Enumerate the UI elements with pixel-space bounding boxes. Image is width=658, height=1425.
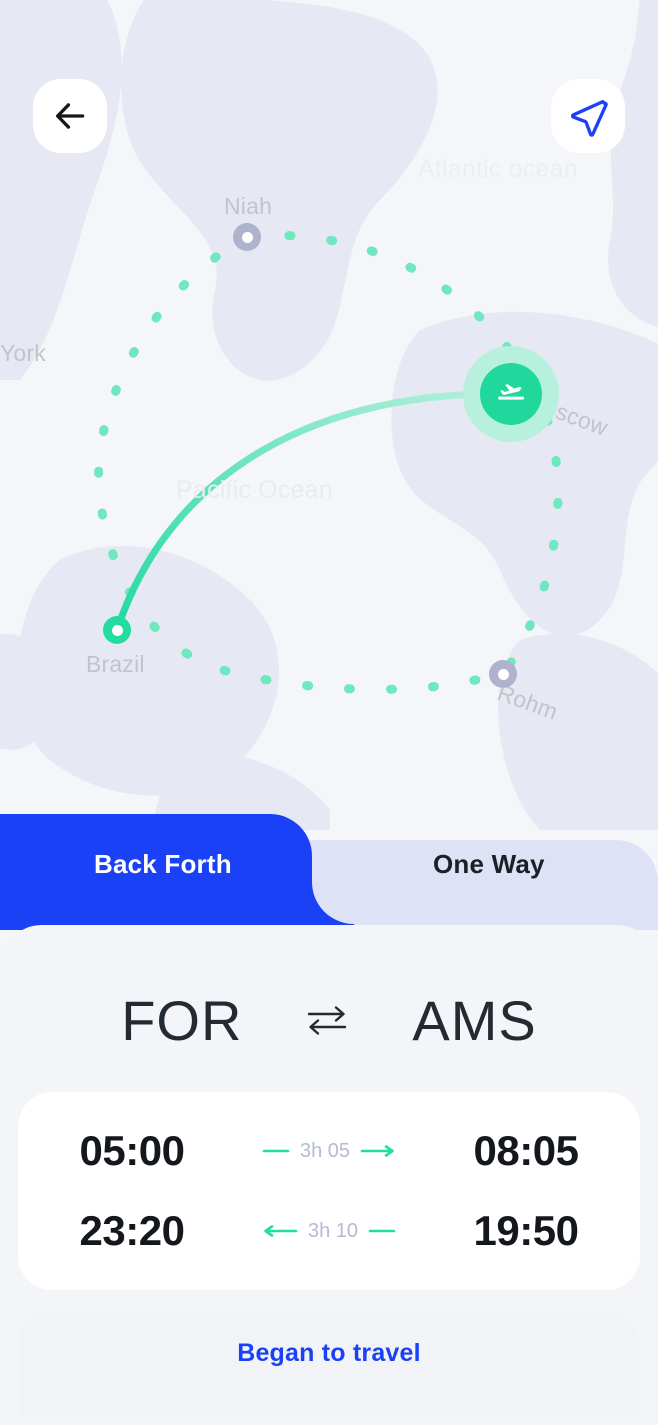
map-marker-brazil[interactable]: [103, 616, 131, 644]
swap-route-button[interactable]: [300, 993, 354, 1047]
city-label-york: York: [0, 340, 46, 366]
arrow-left-icon: [55, 103, 85, 129]
ocean-label-pacific: Pacific Ocean: [176, 476, 333, 504]
return-arrive-time: 19:50: [473, 1207, 579, 1254]
map-marker-rohm[interactable]: [489, 660, 517, 688]
begin-travel-button[interactable]: Began to travel: [18, 1310, 640, 1418]
airplane-takeoff-icon: [498, 384, 525, 400]
back-button[interactable]: [33, 79, 107, 153]
navigate-button[interactable]: [551, 79, 625, 153]
navigation-arrow-icon: [570, 99, 608, 137]
map-marker-niah[interactable]: [233, 223, 261, 251]
city-label-niah: Niah: [224, 193, 273, 219]
route-selector: FOR AMS: [0, 975, 658, 1065]
booking-panel: FOR AMS 05:00 3h 05 08:05 23:20 3h 10 19…: [0, 925, 658, 1425]
outbound-depart-time: 05:00: [79, 1127, 185, 1174]
tab-one-way[interactable]: One Way: [433, 849, 545, 880]
destination-airport-code[interactable]: AMS: [412, 988, 536, 1053]
map-marker-moscow-plane[interactable]: [480, 363, 542, 425]
return-duration: 3h 10: [246, 1220, 412, 1243]
origin-airport-code[interactable]: FOR: [121, 988, 242, 1053]
flight-times-card: 05:00 3h 05 08:05 23:20 3h 10 19:50: [18, 1092, 640, 1290]
arrow-right-icon: [360, 1145, 394, 1157]
dash-icon: [262, 1149, 290, 1153]
flight-row-outbound[interactable]: 05:00 3h 05 08:05: [18, 1111, 640, 1191]
trip-type-tabs: Back Forth One Way: [0, 800, 658, 930]
arrow-left-icon: [264, 1225, 298, 1237]
return-duration-text: 3h 10: [307, 1219, 359, 1242]
swap-horizontal-icon: [308, 1006, 347, 1035]
tab-back-forth[interactable]: Back Forth: [94, 849, 232, 880]
return-depart-time: 23:20: [79, 1207, 185, 1254]
ocean-label-atlantic: Atlantic ocean: [418, 155, 578, 183]
flight-row-return[interactable]: 23:20 3h 10 19:50: [18, 1191, 640, 1271]
outbound-arrive-time: 08:05: [473, 1127, 579, 1174]
dash-icon: [368, 1229, 396, 1233]
city-label-brazil: Brazil: [86, 651, 145, 677]
outbound-duration-text: 3h 05: [299, 1139, 351, 1162]
outbound-duration: 3h 05: [246, 1140, 412, 1163]
flight-booking-screen: Atlantic ocean Pacific Ocean Niah York M…: [0, 0, 658, 1425]
